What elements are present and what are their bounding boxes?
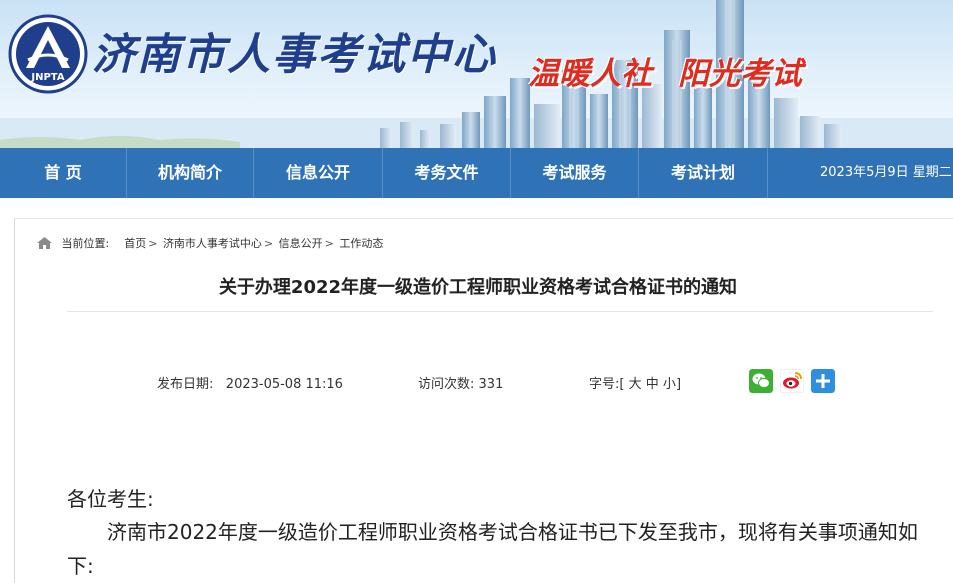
nav-item-exam-plan[interactable]: 考试计划 — [639, 148, 767, 198]
breadcrumb-item-center[interactable]: 济南市人事考试中心 — [163, 237, 262, 250]
current-date: 2023年5月9日 星期二 — [820, 165, 952, 180]
nav-item-home[interactable]: 首 页 — [0, 148, 126, 198]
main-nav: 首 页 机构简介 信息公开 考务文件 考试服务 考试计划 2023年5月9日 星… — [0, 148, 953, 198]
publish-date: 发布日期: 2023-05-08 11:16 — [157, 373, 343, 392]
site-title: 济南市人事考试中心 — [92, 30, 497, 80]
breadcrumb-separator: > — [263, 237, 274, 250]
header-banner: JNPTA 济南市人事考试中心 温暖人社 阳光考试 — [0, 0, 953, 148]
nav-item-info[interactable]: 信息公开 — [254, 148, 382, 198]
breadcrumb-item-info[interactable]: 信息公开 — [279, 237, 323, 250]
article-paragraph: 济南市2022年度一级造价工程师职业资格考试合格证书已下发至我市，现将有关事项通… — [67, 520, 918, 578]
wechat-icon[interactable] — [749, 369, 773, 393]
breadcrumb-separator: > — [148, 237, 158, 250]
font-size-selector: 字号:[ 大 中 小] — [589, 373, 681, 392]
nav-item-exam-docs[interactable]: 考务文件 — [383, 148, 510, 198]
publish-date-label: 发布日期: — [157, 377, 214, 392]
bracket-open: [ — [619, 377, 625, 392]
home-icon — [37, 237, 52, 249]
font-size-medium[interactable]: 中 — [646, 377, 659, 392]
font-size-small[interactable]: 小 — [663, 377, 676, 392]
visit-count: 访问次数: 331 — [418, 373, 503, 392]
nav-item-exam-service[interactable]: 考试服务 — [511, 148, 638, 198]
slogan-left: 温暖人社 — [528, 56, 652, 92]
greeting-text: 各位考生: — [67, 487, 154, 511]
visit-count-label: 访问次数: — [418, 377, 475, 392]
visit-count-value: 331 — [478, 377, 504, 392]
breadcrumb: 当前位置: 首页 > 济南市人事考试中心 > 信息公开 > 工作动态 — [37, 235, 383, 251]
title-divider — [67, 311, 933, 312]
header-slogan: 温暖人社 阳光考试 — [528, 48, 802, 93]
breadcrumb-separator: > — [324, 237, 334, 250]
publish-date-value: 2023-05-08 11:16 — [225, 377, 343, 392]
breadcrumb-item-news[interactable]: 工作动态 — [339, 237, 383, 250]
slogan-right: 阳光考试 — [678, 56, 802, 92]
article-content: 当前位置: 首页 > 济南市人事考试中心 > 信息公开 > 工作动态 关于办理2022… — [14, 218, 953, 583]
article-title: 关于办理2022年度一级造价工程师职业资格考试合格证书的通知 — [218, 277, 738, 298]
nav-divider — [767, 148, 768, 198]
font-size-large[interactable]: 大 — [629, 377, 642, 392]
breadcrumb-prefix: 当前位置: — [61, 237, 110, 250]
nav-item-about[interactable]: 机构简介 — [127, 148, 253, 198]
font-size-label: 字号: — [589, 377, 620, 392]
bracket-close: ] — [675, 377, 682, 392]
more-share-icon[interactable] — [811, 369, 835, 393]
logo-text: JNPTA — [30, 72, 64, 83]
breadcrumb-item-home[interactable]: 首页 — [124, 237, 146, 250]
jnpta-logo: JNPTA — [8, 14, 88, 94]
weibo-icon[interactable] — [780, 369, 804, 393]
